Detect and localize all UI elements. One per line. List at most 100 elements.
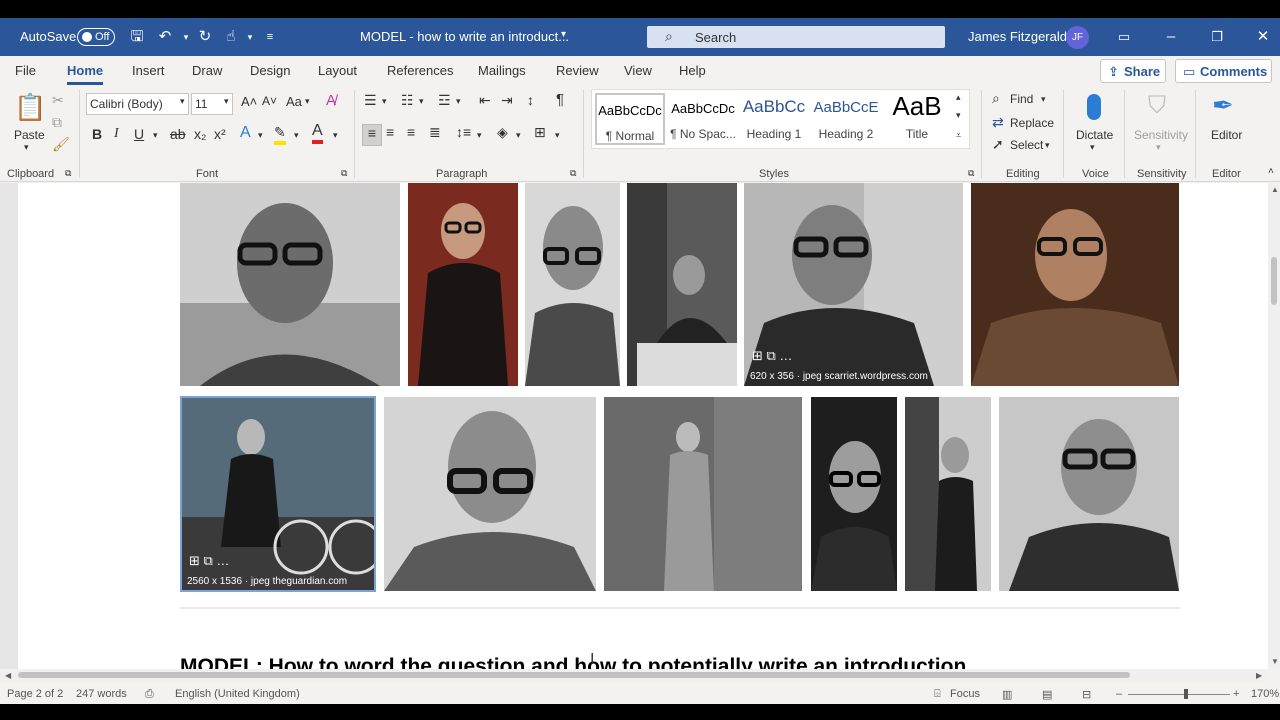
shrink-font-icon[interactable]: A˅	[262, 94, 277, 108]
zoom-slider[interactable]	[1128, 694, 1230, 695]
bullets-icon[interactable]: ☰	[364, 92, 377, 109]
superscript-icon[interactable]: x²	[214, 126, 226, 142]
paragraph-launcher-icon[interactable]: ⧉	[570, 168, 576, 179]
comments-button[interactable]: ▭ Comments	[1175, 59, 1272, 83]
shading-dropdown-icon[interactable]: ▾	[516, 130, 521, 141]
portrait-image[interactable]	[905, 397, 991, 591]
editor-button[interactable]: Editor	[1211, 128, 1242, 142]
portrait-image[interactable]	[999, 397, 1179, 591]
select-dropdown-icon[interactable]: ▾	[1045, 140, 1050, 151]
avatar[interactable]: JF	[1066, 26, 1089, 49]
portrait-image[interactable]	[627, 183, 737, 386]
style-title[interactable]: AaB Title	[882, 91, 952, 145]
strikethrough-icon[interactable]: ab	[170, 126, 186, 142]
styles-more-icon[interactable]: ⩡	[956, 130, 961, 141]
multilevel-list-icon[interactable]: ☲	[438, 92, 451, 109]
zoom-in-icon[interactable]: +	[1233, 688, 1239, 700]
redo-icon[interactable]: ↻	[195, 27, 215, 47]
font-color-icon[interactable]: A	[312, 122, 323, 144]
align-right-icon[interactable]: ≡	[407, 124, 415, 140]
show-formatting-icon[interactable]: ¶	[556, 91, 564, 108]
portrait-image[interactable]	[971, 183, 1179, 386]
format-painter-icon[interactable]: 🖌	[52, 136, 70, 153]
align-center-icon[interactable]: ≡	[386, 124, 394, 140]
image-tools[interactable]: ⊞ ⧉ …	[752, 348, 792, 364]
tab-review[interactable]: Review	[556, 63, 599, 78]
underline-icon[interactable]: U	[134, 126, 144, 142]
editor-icon[interactable]: ✒	[1212, 90, 1234, 121]
decrease-indent-icon[interactable]: ⇤	[479, 92, 491, 109]
document-title[interactable]: MODEL - how to write an introduct...	[360, 29, 569, 44]
portrait-image[interactable]	[525, 183, 620, 386]
numbering-icon[interactable]: ☷	[401, 92, 414, 109]
title-dropdown-icon[interactable]: ▾	[561, 29, 566, 40]
style-heading-1[interactable]: AaBbCc Heading 1	[739, 93, 809, 145]
paste-icon[interactable]: 📋	[14, 92, 46, 124]
portrait-image[interactable]	[180, 183, 400, 386]
change-case-icon[interactable]: Aa	[286, 94, 302, 109]
customize-toolbar-icon[interactable]: ≡	[260, 27, 280, 47]
share-button[interactable]: ⇪ Share	[1100, 59, 1166, 83]
tab-mailings[interactable]: Mailings	[478, 63, 526, 78]
numbering-dropdown-icon[interactable]: ▾	[419, 96, 424, 107]
find-button[interactable]: Find	[1010, 92, 1033, 106]
print-layout-icon[interactable]: ▤	[1042, 688, 1052, 701]
horizontal-scrollbar[interactable]: ◀ ▶	[0, 669, 1268, 681]
document-heading[interactable]: MODEL: How to word the question and how …	[180, 655, 966, 669]
replace-button[interactable]: Replace	[1010, 116, 1054, 130]
font-name-input[interactable]: Calibri (Body)	[86, 93, 189, 115]
language-label[interactable]: English (United Kingdom)	[175, 688, 300, 700]
portrait-image[interactable]	[604, 397, 802, 591]
user-name[interactable]: James Fitzgerald	[968, 29, 1067, 44]
ribbon-display-icon[interactable]: ▭	[1113, 26, 1135, 48]
sort-icon[interactable]: ↕	[527, 92, 534, 108]
dictate-dropdown-icon[interactable]: ▾	[1090, 142, 1095, 153]
justify-icon[interactable]: ≣	[429, 124, 441, 141]
focus-icon[interactable]: ⌹	[934, 688, 941, 701]
microphone-icon[interactable]	[1087, 94, 1101, 120]
portrait-image[interactable]	[384, 397, 596, 591]
tab-help[interactable]: Help	[679, 63, 706, 78]
portrait-image[interactable]	[408, 183, 518, 386]
font-size-dropdown-icon[interactable]: ▾	[224, 96, 229, 107]
read-mode-icon[interactable]: ▥	[1002, 688, 1012, 701]
sensitivity-icon[interactable]: ⛉	[1148, 92, 1166, 120]
autosave-toggle[interactable]: Off	[77, 28, 115, 46]
clipboard-launcher-icon[interactable]: ⧉	[65, 168, 71, 179]
multilevel-dropdown-icon[interactable]: ▾	[456, 96, 461, 107]
increase-indent-icon[interactable]: ⇥	[501, 92, 513, 109]
tab-draw[interactable]: Draw	[192, 63, 222, 78]
borders-icon[interactable]: ⊞	[534, 124, 546, 141]
undo-icon[interactable]: ↶	[155, 27, 175, 47]
borders-dropdown-icon[interactable]: ▾	[555, 130, 560, 141]
italic-icon[interactable]: I	[114, 126, 119, 142]
collapse-ribbon-icon[interactable]: ˄	[1268, 166, 1274, 177]
find-dropdown-icon[interactable]: ▾	[1041, 94, 1046, 105]
font-name-dropdown-icon[interactable]: ▾	[180, 96, 185, 107]
text-effects-icon[interactable]: A	[240, 124, 251, 142]
highlight-dropdown-icon[interactable]: ▾	[294, 130, 299, 141]
search-box[interactable]: ⌕ Search	[647, 26, 945, 48]
styles-launcher-icon[interactable]: ⧉	[968, 168, 974, 179]
save-icon[interactable]: 🖫	[127, 27, 147, 47]
zoom-out-icon[interactable]: –	[1116, 688, 1122, 700]
subscript-icon[interactable]: x₂	[194, 126, 206, 142]
replace-icon[interactable]: ⇄	[992, 114, 1004, 131]
bullets-dropdown-icon[interactable]: ▾	[382, 96, 387, 107]
clear-formatting-icon[interactable]: A̸	[326, 92, 336, 109]
styles-scroll-down-icon[interactable]: ▾	[956, 110, 961, 121]
tab-references[interactable]: References	[387, 63, 453, 78]
line-spacing-dropdown-icon[interactable]: ▾	[477, 130, 482, 141]
vertical-scroll-thumb[interactable]	[1271, 257, 1277, 305]
underline-dropdown-icon[interactable]: ▾	[153, 130, 158, 141]
portrait-image[interactable]	[811, 397, 897, 591]
paste-dropdown-icon[interactable]: ▾	[24, 142, 29, 153]
tab-file[interactable]: File	[15, 63, 36, 78]
focus-button[interactable]: Focus	[950, 688, 980, 700]
style-no-spacing[interactable]: AaBbCcDc ¶ No Spac...	[668, 93, 738, 145]
cut-icon[interactable]: ✂	[52, 92, 64, 109]
proofing-icon[interactable]: ⎙	[145, 688, 154, 701]
style-heading-2[interactable]: AaBbCcE Heading 2	[811, 93, 881, 145]
tab-insert[interactable]: Insert	[132, 63, 165, 78]
zoom-level[interactable]: 170%	[1251, 688, 1279, 700]
